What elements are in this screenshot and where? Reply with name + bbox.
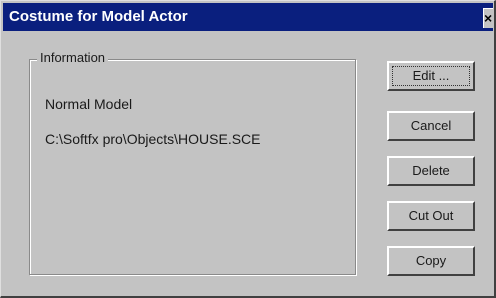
copy-button[interactable]: Copy — [387, 246, 475, 276]
title-bar[interactable]: Costume for Model Actor × — [3, 3, 493, 31]
cancel-button[interactable]: Cancel — [387, 111, 475, 141]
close-icon: × — [484, 10, 493, 26]
close-button[interactable]: × — [483, 8, 493, 28]
delete-button[interactable]: Delete — [387, 156, 475, 186]
information-group-label: Information — [37, 49, 109, 67]
cut-out-button[interactable]: Cut Out — [387, 201, 475, 231]
model-type-text: Normal Model — [45, 96, 133, 112]
model-file-path: C:\Softfx pro\Objects\HOUSE.SCE — [45, 131, 261, 147]
information-groupbox — [29, 59, 356, 275]
edit-button[interactable]: Edit ... — [387, 61, 475, 91]
window-title: Costume for Model Actor — [9, 8, 188, 25]
costume-dialog: Costume for Model Actor × Information No… — [0, 0, 496, 298]
